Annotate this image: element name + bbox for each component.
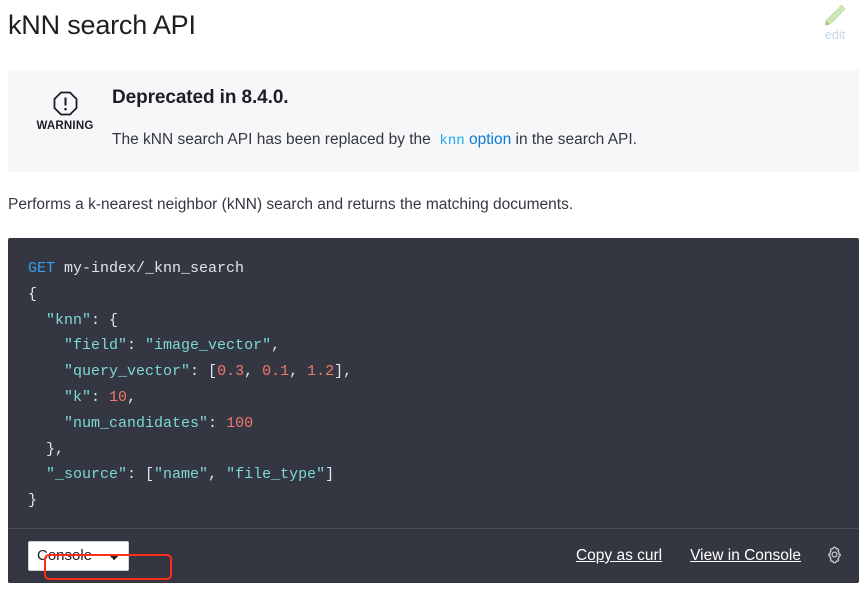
warning-marker: WARNING <box>26 86 104 132</box>
code-snippet[interactable]: GET my-index/_knn_search { "knn": { "fie… <box>28 256 839 514</box>
pencil-icon <box>822 2 848 28</box>
copy-as-curl-link[interactable]: Copy as curl <box>576 547 662 565</box>
warning-label: WARNING <box>26 120 104 132</box>
deprecation-text-before: The kNN search API has been replaced by … <box>112 131 431 148</box>
deprecation-description: The kNN search API has been replaced by … <box>112 129 841 152</box>
deprecation-warning-panel: WARNING Deprecated in 8.4.0. The kNN sea… <box>8 70 859 172</box>
knn-code-token: knn <box>439 133 464 149</box>
page-header: kNN search API edit <box>0 0 867 60</box>
code-toolbar: Console Copy as curl View in Console <box>8 528 859 583</box>
doc-page: kNN search API edit WARNING <box>0 0 867 601</box>
view-in-console-link[interactable]: View in Console <box>690 547 801 565</box>
warning-body: Deprecated in 8.4.0. The kNN search API … <box>104 86 841 152</box>
http-method: GET <box>28 260 55 277</box>
request-path: my-index/_knn_search <box>64 260 244 277</box>
deprecation-title: Deprecated in 8.4.0. <box>112 86 841 110</box>
code-area[interactable]: GET my-index/_knn_search { "knn": { "fie… <box>8 238 859 528</box>
warning-octagon-icon <box>52 90 79 117</box>
gear-icon <box>825 545 844 567</box>
language-select[interactable]: Console <box>28 541 129 571</box>
intro-paragraph: Performs a k-nearest neighbor (kNN) sear… <box>8 194 859 216</box>
deprecation-text-after: in the search API. <box>516 131 638 148</box>
edit-label: edit <box>815 29 855 42</box>
edit-page-link[interactable]: edit <box>815 2 855 42</box>
settings-button[interactable] <box>823 545 845 567</box>
option-word: option <box>469 131 511 148</box>
knn-key: "knn" <box>46 312 91 329</box>
page-title: kNN search API <box>8 6 859 44</box>
code-block: GET my-index/_knn_search { "knn": { "fie… <box>8 238 859 583</box>
knn-option-link[interactable]: knn option <box>439 131 511 148</box>
